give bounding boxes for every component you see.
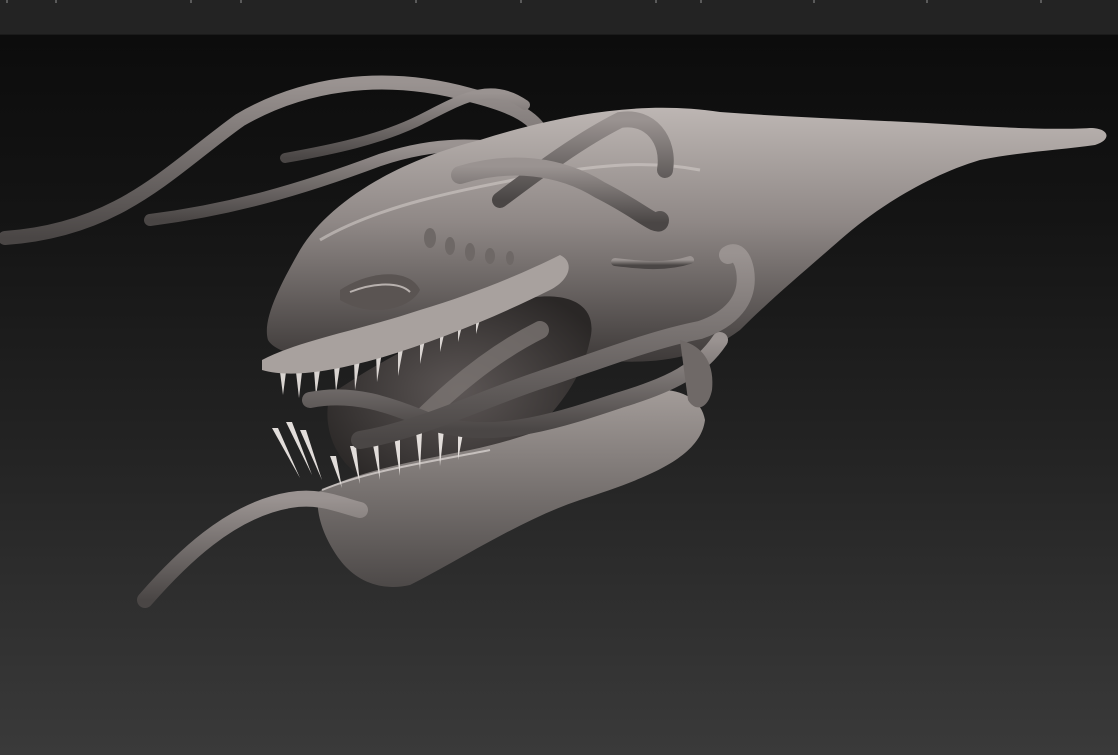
- toolbar-marker: [813, 0, 815, 3]
- sculpt-application: [0, 0, 1118, 755]
- toolbar-marker: [655, 0, 657, 3]
- 3d-viewport-canvas[interactable]: [0, 35, 1118, 755]
- toolbar-marker: [190, 0, 192, 3]
- toolbar-marker: [6, 0, 8, 3]
- toolbar-marker: [240, 0, 242, 3]
- sculpt-render: [0, 75, 1107, 608]
- toolbar-marker: [55, 0, 57, 3]
- top-toolbar-strip[interactable]: [0, 0, 1118, 35]
- toolbar-marker: [520, 0, 522, 3]
- toolbar-marker: [1040, 0, 1042, 3]
- toolbar-marker: [700, 0, 702, 3]
- toolbar-marker: [415, 0, 417, 3]
- toolbar-marker: [926, 0, 928, 3]
